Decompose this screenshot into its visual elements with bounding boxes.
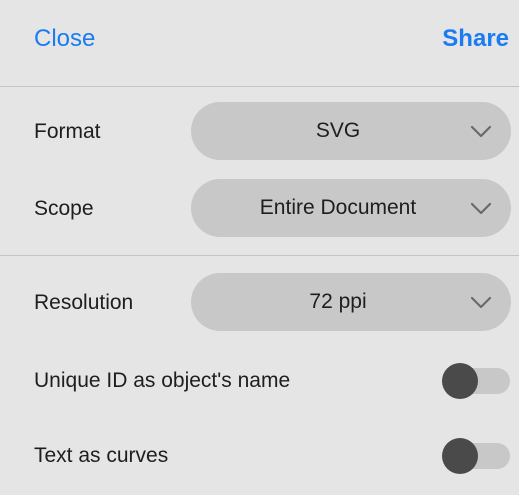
- scope-select[interactable]: Entire Document: [191, 179, 511, 237]
- resolution-select[interactable]: 72 ppi: [191, 273, 511, 331]
- export-settings-panel: Close Share Format SVG Scope Entire Docu…: [0, 0, 519, 495]
- close-button[interactable]: Close: [34, 24, 95, 54]
- section-divider: [0, 255, 519, 256]
- format-select[interactable]: SVG: [191, 102, 511, 160]
- scope-label: Scope: [34, 197, 94, 220]
- toggle-knob: [442, 363, 478, 399]
- format-value: SVG: [315, 119, 361, 142]
- resolution-label: Resolution: [34, 291, 134, 314]
- chevron-down-icon: [470, 296, 492, 309]
- toggle-knob: [442, 438, 478, 474]
- panel-header: Close Share: [0, 0, 519, 86]
- scope-value: Entire Document: [259, 196, 417, 219]
- chevron-down-icon: [470, 202, 492, 215]
- chevron-down-icon: [470, 125, 492, 138]
- resolution-value: 72 ppi: [309, 290, 367, 313]
- text-curves-toggle[interactable]: [442, 438, 512, 474]
- share-button[interactable]: Share: [442, 24, 509, 54]
- format-label: Format: [34, 120, 101, 143]
- unique-id-toggle[interactable]: [442, 363, 512, 399]
- unique-id-label: Unique ID as object's name: [34, 369, 291, 392]
- header-divider: [0, 86, 519, 87]
- text-curves-label: Text as curves: [34, 444, 169, 467]
